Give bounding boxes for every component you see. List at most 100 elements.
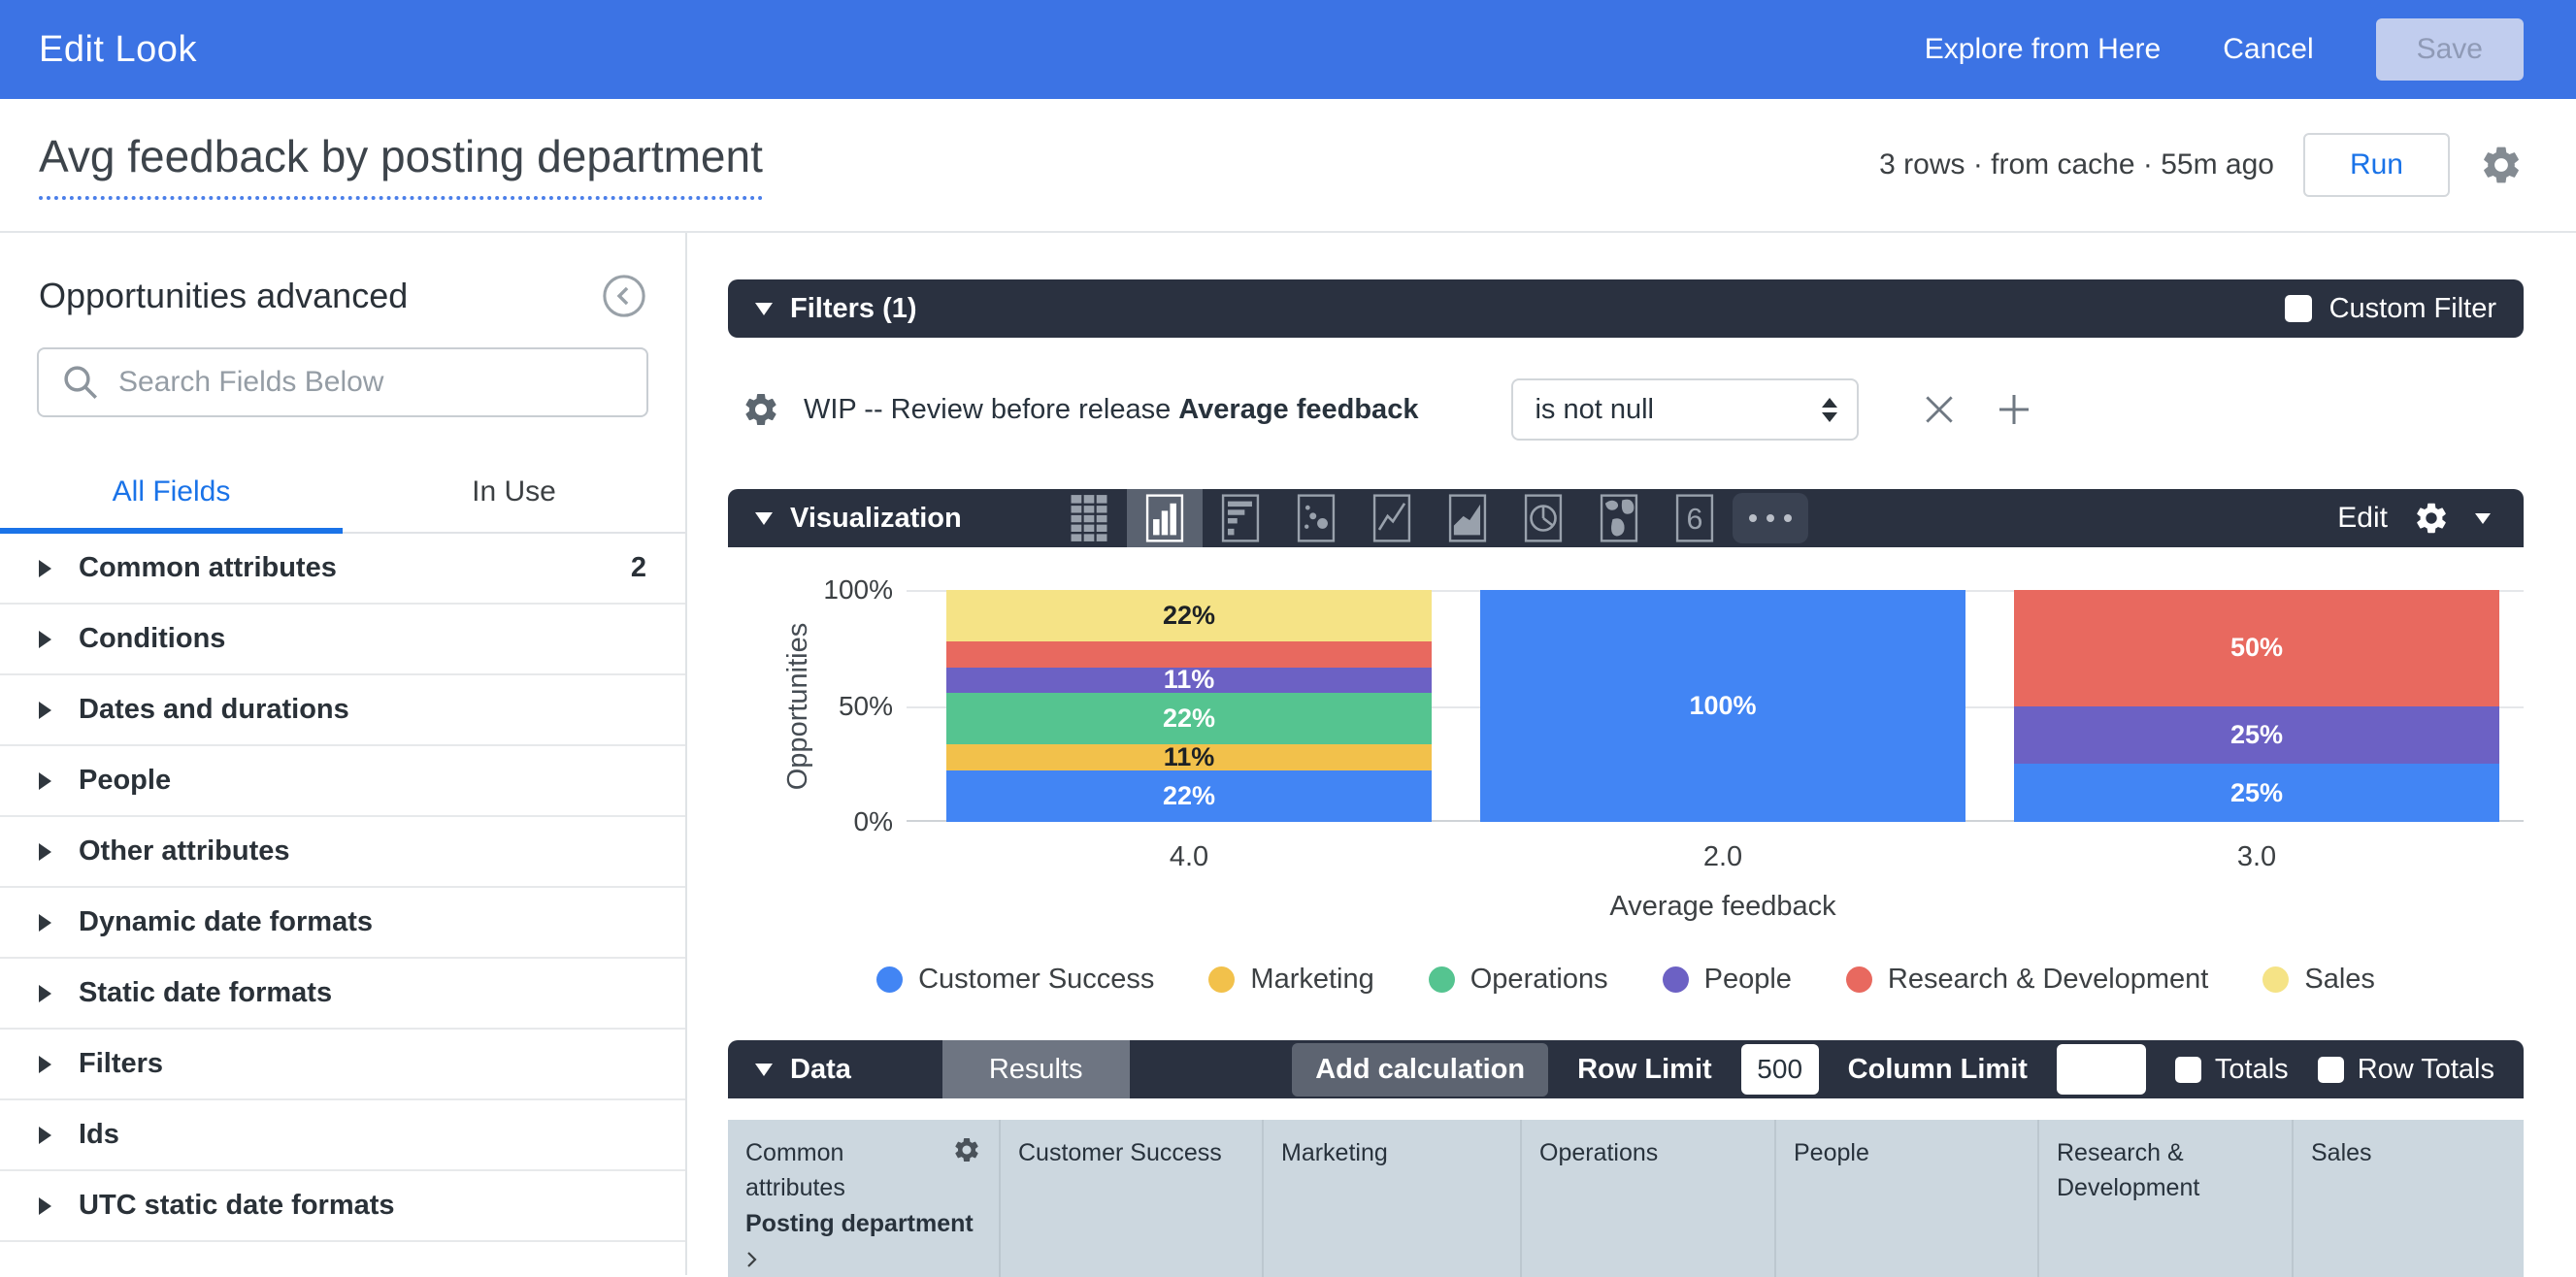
expand-caret-icon[interactable] [39, 772, 51, 790]
vis-type-single-value-icon[interactable]: 6 [1657, 489, 1733, 547]
vis-type-table-icon[interactable] [1051, 489, 1127, 547]
visualization-gear-icon[interactable] [2413, 500, 2450, 537]
svg-text:6: 6 [1686, 503, 1702, 536]
add-filter-icon[interactable] [1995, 390, 2033, 429]
stacked-bar[interactable]: 22%11%22%11%22% [946, 590, 1433, 822]
sidebar-item-people[interactable]: People [0, 746, 685, 817]
tab-all-fields[interactable]: All Fields [0, 458, 343, 532]
expand-caret-icon[interactable] [39, 560, 51, 577]
bar-segment-people[interactable]: 11% [946, 668, 1433, 694]
sidebar-item-utc-static-date-formats[interactable]: UTC static date formats [0, 1171, 685, 1242]
tab-in-use[interactable]: In Use [343, 458, 685, 532]
vis-type-line-icon[interactable] [1354, 489, 1430, 547]
vis-type-more-icon[interactable] [1733, 493, 1808, 543]
vis-type-column-icon[interactable] [1127, 489, 1203, 547]
expand-caret-icon[interactable] [39, 914, 51, 932]
data-section-bar[interactable]: Data Results Add calculation Row Limit C… [728, 1040, 2524, 1098]
legend-item-people[interactable]: People [1663, 964, 1792, 996]
expand-caret-icon[interactable] [39, 631, 51, 648]
legend-item-sales[interactable]: Sales [2262, 964, 2375, 996]
look-title[interactable]: Avg feedback by posting department [39, 130, 763, 200]
remove-filter-icon[interactable] [1921, 391, 1958, 428]
bar-segment-customer-success[interactable]: 25% [2014, 764, 2500, 822]
table-header-customer-success[interactable]: Customer Success [1001, 1120, 1264, 1277]
bar-segment-operations[interactable]: 22% [946, 693, 1433, 744]
row-totals-checkbox[interactable] [2318, 1057, 2344, 1083]
bar-segment-customer-success[interactable]: 100% [1480, 590, 1966, 822]
legend-color-dot [2262, 966, 2289, 993]
table-header-people[interactable]: People [1776, 1120, 2039, 1277]
save-button[interactable]: Save [2376, 18, 2524, 81]
bar-segment-people[interactable]: 25% [2014, 706, 2500, 765]
legend-item-customer-success[interactable]: Customer Success [876, 964, 1154, 996]
row-limit-input[interactable] [1741, 1044, 1819, 1095]
expand-caret-icon[interactable] [39, 702, 51, 719]
custom-filter-checkbox[interactable] [2285, 295, 2312, 322]
totals-checkbox[interactable] [2175, 1057, 2201, 1083]
vis-type-bar-icon[interactable] [1203, 489, 1278, 547]
bar-segment-research-development[interactable] [946, 641, 1433, 668]
filters-section-bar[interactable]: Filters (1) Custom Filter [728, 279, 2524, 338]
field-search-box[interactable] [37, 347, 648, 417]
legend-item-marketing[interactable]: Marketing [1208, 964, 1373, 996]
run-button[interactable]: Run [2303, 133, 2450, 197]
bar-segment-customer-success[interactable]: 22% [946, 770, 1433, 822]
sidebar-item-ids[interactable]: Ids [0, 1100, 685, 1171]
select-updown-icon [1822, 398, 1837, 422]
column-limit-input[interactable] [2057, 1044, 2146, 1095]
vis-type-area-icon[interactable] [1430, 489, 1505, 547]
explore-from-here-link[interactable]: Explore from Here [1925, 33, 2161, 66]
legend-item-research-development[interactable]: Research & Development [1846, 964, 2208, 996]
settings-gear-icon[interactable] [2479, 143, 2524, 187]
collapse-sidebar-icon[interactable] [602, 274, 646, 318]
sidebar-item-common-attributes[interactable]: Common attributes2 [0, 534, 685, 605]
add-calculation-button[interactable]: Add calculation [1292, 1043, 1548, 1097]
stacked-bar[interactable]: 100% [1480, 590, 1966, 822]
main-panel: Filters (1) Custom Filter WIP -- Review … [687, 233, 2576, 1275]
field-category-label: Filters [79, 1048, 163, 1080]
chevron-down-icon[interactable] [2475, 513, 2491, 524]
filter-field-gear-icon[interactable] [742, 390, 780, 429]
vis-type-map-icon[interactable] [1581, 489, 1657, 547]
field-count-badge: 2 [631, 552, 646, 584]
expand-caret-icon[interactable] [39, 843, 51, 861]
collapse-visualization-icon[interactable] [755, 512, 773, 525]
sidebar-item-other-attributes[interactable]: Other attributes [0, 817, 685, 888]
stacked-bar[interactable]: 25%25%50% [2014, 590, 2500, 822]
expand-caret-icon[interactable] [39, 1197, 51, 1215]
bar-segment-marketing[interactable]: 11% [946, 744, 1433, 770]
legend-color-dot [1429, 966, 1455, 993]
collapse-data-icon[interactable] [755, 1064, 773, 1076]
vis-type-scatter-icon[interactable] [1278, 489, 1354, 547]
sidebar-item-dates-and-durations[interactable]: Dates and durations [0, 675, 685, 746]
table-header-marketing[interactable]: Marketing [1264, 1120, 1522, 1277]
visualization-section-bar[interactable]: Visualization 6 Edit [728, 489, 2524, 547]
segment-value-label: 100% [1689, 693, 1756, 719]
search-input[interactable] [118, 366, 625, 399]
segment-value-label: 22% [1163, 783, 1215, 809]
sidebar-item-conditions[interactable]: Conditions [0, 605, 685, 675]
legend-item-operations[interactable]: Operations [1429, 964, 1608, 996]
bar-segment-research-development[interactable]: 50% [2014, 590, 2500, 706]
field-category-list: Common attributes2ConditionsDates and du… [0, 534, 685, 1242]
cancel-button[interactable]: Cancel [2223, 33, 2313, 66]
edit-visualization-button[interactable]: Edit [2337, 502, 2388, 535]
sidebar-item-static-date-formats[interactable]: Static date formats [0, 959, 685, 1030]
table-header-sales[interactable]: Sales [2294, 1120, 2524, 1277]
sidebar-item-dynamic-date-formats[interactable]: Dynamic date formats [0, 888, 685, 959]
collapse-filters-icon[interactable] [755, 303, 773, 315]
expand-caret-icon[interactable] [39, 1056, 51, 1073]
expand-caret-icon[interactable] [39, 985, 51, 1002]
tab-results[interactable]: Results [942, 1040, 1130, 1098]
field-category-label: UTC static date formats [79, 1190, 395, 1222]
field-category-label: Static date formats [79, 977, 332, 1009]
column-gear-icon[interactable] [952, 1135, 981, 1164]
sidebar-item-filters[interactable]: Filters [0, 1030, 685, 1100]
table-header-operations[interactable]: Operations [1522, 1120, 1776, 1277]
table-header-dimension[interactable]: Common attributes Posting department [728, 1120, 1001, 1277]
vis-type-pie-icon[interactable] [1505, 489, 1581, 547]
bar-segment-sales[interactable]: 22% [946, 590, 1433, 641]
expand-caret-icon[interactable] [39, 1127, 51, 1144]
table-header-research-development[interactable]: Research & Development [2039, 1120, 2294, 1277]
filter-condition-select[interactable]: is not null [1511, 378, 1859, 441]
